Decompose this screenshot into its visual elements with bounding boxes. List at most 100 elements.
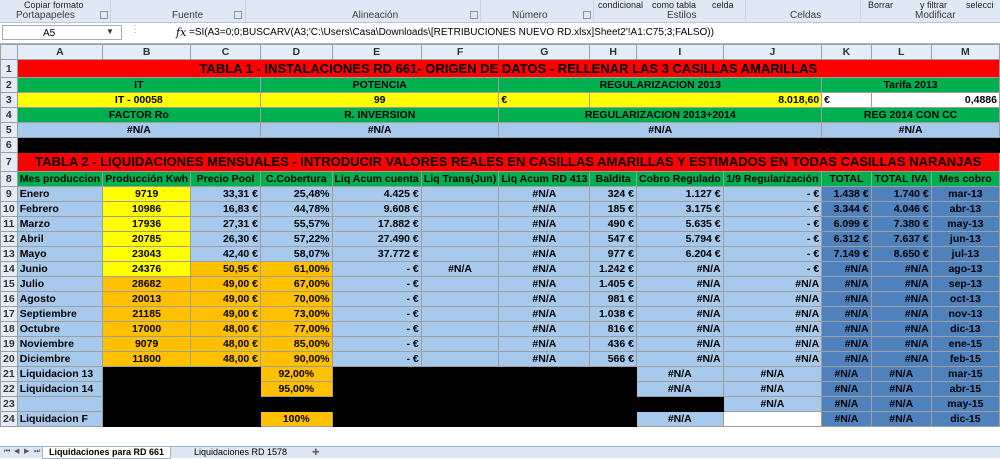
cobertura-cell[interactable]: 44,78%: [260, 201, 333, 217]
mes-cell[interactable]: Diciembre: [16, 351, 104, 367]
cobertura-cell[interactable]: 77,00%: [260, 321, 333, 337]
produccion-cell[interactable]: 9079: [102, 336, 192, 352]
row-header[interactable]: 17: [0, 306, 18, 322]
potencia-header[interactable]: POTENCIA: [260, 77, 500, 93]
row-header[interactable]: 3: [0, 92, 18, 108]
total-iva-cell[interactable]: 4.046 €: [870, 201, 932, 217]
row-header[interactable]: 8: [0, 171, 18, 187]
black-fill-cell[interactable]: [635, 396, 724, 412]
baldita-cell[interactable]: 566 €: [589, 351, 637, 367]
precio-pool-cell[interactable]: 26,30 €: [190, 231, 262, 247]
regularizacion-cell[interactable]: - €: [722, 216, 823, 232]
cobro-regulado-cell[interactable]: #N/A: [635, 291, 724, 307]
total-cell[interactable]: 1.438 €: [821, 186, 872, 202]
column-header[interactable]: E: [331, 44, 422, 60]
total-cell[interactable]: #N/A: [821, 351, 872, 367]
produccion-cell[interactable]: 21185: [102, 306, 192, 322]
mes-cobro-cell[interactable]: nov-13: [930, 306, 1000, 322]
produccion-cell[interactable]: 9719: [102, 186, 192, 202]
liq-trans-cell[interactable]: [420, 306, 500, 322]
row-header[interactable]: 15: [0, 276, 18, 292]
mes-cell[interactable]: Febrero: [16, 201, 104, 217]
precio-pool-cell[interactable]: 33,31 €: [190, 186, 262, 202]
black-fill-cell[interactable]: [331, 366, 637, 382]
liquidacion-label-cell[interactable]: [16, 396, 104, 412]
column-header[interactable]: J: [722, 44, 823, 60]
column-header[interactable]: I: [635, 44, 724, 60]
liq-rd413-cell[interactable]: #N/A: [498, 336, 591, 352]
black-fill-cell[interactable]: [102, 381, 262, 397]
liq-rd413-cell[interactable]: #N/A: [498, 306, 591, 322]
cell-styles-button[interactable]: celda: [712, 0, 734, 10]
black-separator-row[interactable]: [16, 137, 1000, 153]
mes-cell[interactable]: Mayo: [16, 246, 104, 262]
cobertura-cell[interactable]: [260, 396, 333, 412]
precio-pool-cell[interactable]: 49,00 €: [190, 291, 262, 307]
produccion-cell[interactable]: 17000: [102, 321, 192, 337]
liq-trans-cell[interactable]: [420, 291, 500, 307]
col-header-total-iva[interactable]: TOTAL IVA: [870, 171, 932, 187]
liq-acum-cell[interactable]: - €: [331, 306, 422, 322]
liq-trans-cell[interactable]: #N/A: [420, 261, 500, 277]
col-header-mes-cobro[interactable]: Mes cobro: [930, 171, 1000, 187]
mes-cobro-cell[interactable]: mar-15: [930, 366, 1000, 382]
col-header-mes[interactable]: Mes produccion: [16, 171, 104, 187]
liq-trans-cell[interactable]: [420, 201, 500, 217]
total-iva-cell[interactable]: 8.650 €: [870, 246, 932, 262]
col-header-total[interactable]: TOTAL: [821, 171, 872, 187]
total-iva-cell[interactable]: #N/A: [870, 261, 932, 277]
col-header-regularizacion[interactable]: 1/9 Regularización: [722, 171, 823, 187]
mes-cell[interactable]: Julio: [16, 276, 104, 292]
baldita-cell[interactable]: 1.405 €: [589, 276, 637, 292]
regularizacion-cell[interactable]: #N/A: [722, 396, 823, 412]
cobertura-cell[interactable]: 100%: [260, 411, 333, 427]
liq-rd413-cell[interactable]: #N/A: [498, 276, 591, 292]
col-header-liq-trans[interactable]: Liq Trans(Jun): [420, 171, 500, 187]
regularizacion-cell[interactable]: #N/A: [722, 351, 823, 367]
total-cell[interactable]: #N/A: [821, 336, 872, 352]
reg-2014-cc-value-cell[interactable]: #N/A: [821, 122, 1000, 138]
row-header[interactable]: 10: [0, 201, 18, 217]
mes-cell[interactable]: Noviembre: [16, 336, 104, 352]
row-header[interactable]: 14: [0, 261, 18, 277]
mes-cell[interactable]: Septiembre: [16, 306, 104, 322]
cobro-regulado-cell[interactable]: 3.175 €: [635, 201, 724, 217]
black-fill-cell[interactable]: [331, 411, 637, 427]
total-iva-cell[interactable]: #N/A: [870, 306, 932, 322]
liq-trans-cell[interactable]: [420, 186, 500, 202]
new-sheet-icon[interactable]: ✚: [306, 447, 326, 458]
format-as-table-button[interactable]: como tabla: [652, 0, 696, 10]
cobro-regulado-cell[interactable]: #N/A: [635, 366, 724, 382]
liq-rd413-cell[interactable]: #N/A: [498, 231, 591, 247]
black-fill-cell[interactable]: [102, 366, 262, 382]
col-header-produccion[interactable]: Producción Kwh: [102, 171, 192, 187]
cobro-regulado-cell[interactable]: #N/A: [635, 351, 724, 367]
row-header[interactable]: 18: [0, 321, 18, 337]
cobertura-cell[interactable]: 85,00%: [260, 336, 333, 352]
precio-pool-cell[interactable]: 27,31 €: [190, 216, 262, 232]
total-cell[interactable]: 7.149 €: [821, 246, 872, 262]
total-cell[interactable]: #N/A: [821, 291, 872, 307]
formula-input[interactable]: =SI(A3=0;0;BUSCARV(A3;'C:\Users\Casa\Dow…: [189, 27, 714, 38]
mes-cell[interactable]: Marzo: [16, 216, 104, 232]
col-header-precio-pool[interactable]: Precio Pool: [190, 171, 262, 187]
col-header-liq-rd413[interactable]: Liq Acum RD 413: [498, 171, 591, 187]
liq-rd413-cell[interactable]: #N/A: [498, 321, 591, 337]
tab-liquidaciones-rd1578[interactable]: Liquidaciones RD 1578: [188, 447, 293, 458]
row-header[interactable]: 2: [0, 77, 18, 93]
it-header[interactable]: IT: [16, 77, 262, 93]
precio-pool-cell[interactable]: 48,00 €: [190, 336, 262, 352]
black-fill-cell[interactable]: [102, 411, 262, 427]
liquidacion-label-cell[interactable]: Liquidacion 13: [16, 366, 104, 382]
potencia-value-cell[interactable]: 99: [260, 92, 500, 108]
total-cell[interactable]: #N/A: [821, 276, 872, 292]
column-header[interactable]: C: [190, 44, 262, 60]
row-header[interactable]: 7: [0, 152, 18, 172]
regularizacion-cell[interactable]: #N/A: [722, 291, 823, 307]
tarifa-2013-header[interactable]: Tarifa 2013: [821, 77, 1000, 93]
precio-pool-cell[interactable]: 48,00 €: [190, 321, 262, 337]
cobertura-cell[interactable]: 55,57%: [260, 216, 333, 232]
mes-cobro-cell[interactable]: may-15: [930, 396, 1000, 412]
cobro-regulado-cell[interactable]: #N/A: [635, 306, 724, 322]
baldita-cell[interactable]: 977 €: [589, 246, 637, 262]
